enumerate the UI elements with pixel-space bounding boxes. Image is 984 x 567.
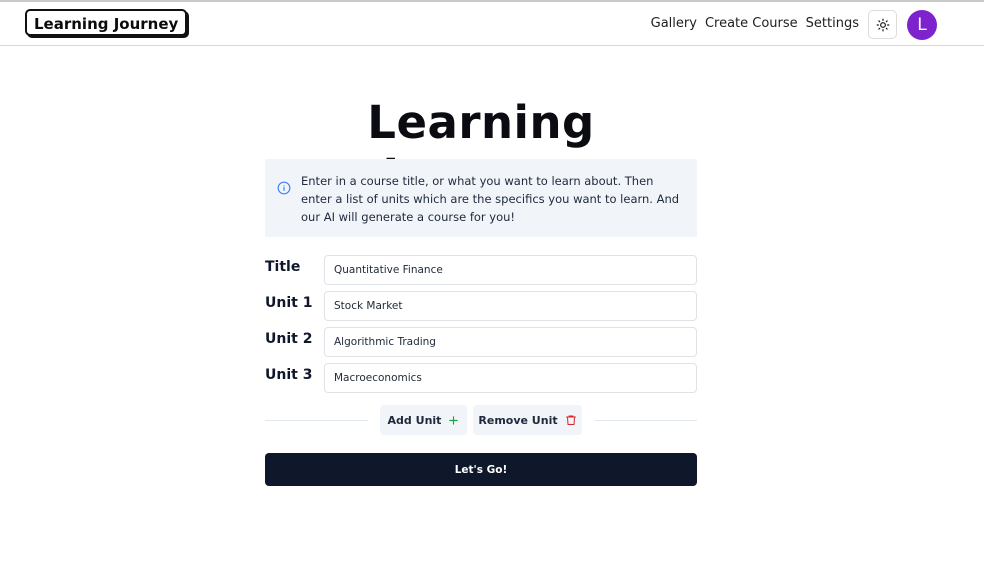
- divider-left: [265, 420, 368, 421]
- user-avatar[interactable]: L: [907, 10, 937, 40]
- remove-unit-button[interactable]: Remove Unit: [473, 405, 582, 435]
- nav-links: Gallery Create Course Settings: [651, 16, 859, 31]
- unit-1-label: Unit 1: [265, 295, 313, 311]
- nav-link-create-course[interactable]: Create Course: [705, 16, 798, 31]
- navbar: Learning Journey Gallery Create Course S…: [0, 2, 984, 46]
- info-text: Enter in a course title, or what you wan…: [301, 174, 680, 224]
- info-alert: Enter in a course title, or what you wan…: [265, 159, 697, 237]
- trash-icon: [565, 415, 576, 425]
- theme-toggle-button[interactable]: [868, 10, 897, 39]
- title-input[interactable]: [324, 255, 697, 285]
- unit-3-label: Unit 3: [265, 367, 313, 383]
- unit-2-label: Unit 2: [265, 331, 313, 347]
- brand-logo-link[interactable]: Learning Journey: [25, 9, 188, 36]
- unit-1-input[interactable]: [324, 291, 697, 321]
- title-row: Title: [265, 255, 697, 285]
- unit-3-input[interactable]: [324, 363, 697, 393]
- unit-3-row: Unit 3: [265, 363, 697, 393]
- add-unit-button[interactable]: Add Unit: [380, 405, 467, 435]
- unit-1-row: Unit 1: [265, 291, 697, 321]
- info-icon: [277, 181, 291, 195]
- divider-right: [594, 420, 697, 421]
- submit-button[interactable]: Let's Go!: [265, 453, 697, 486]
- sun-icon: [876, 18, 889, 31]
- nav-link-settings[interactable]: Settings: [806, 16, 859, 31]
- plus-icon: [449, 415, 459, 425]
- nav-link-gallery[interactable]: Gallery: [651, 16, 697, 31]
- unit-2-input[interactable]: [324, 327, 697, 357]
- add-unit-label: Add Unit: [387, 413, 442, 427]
- title-label: Title: [265, 259, 301, 275]
- unit-2-row: Unit 2: [265, 327, 697, 357]
- remove-unit-label: Remove Unit: [478, 413, 558, 427]
